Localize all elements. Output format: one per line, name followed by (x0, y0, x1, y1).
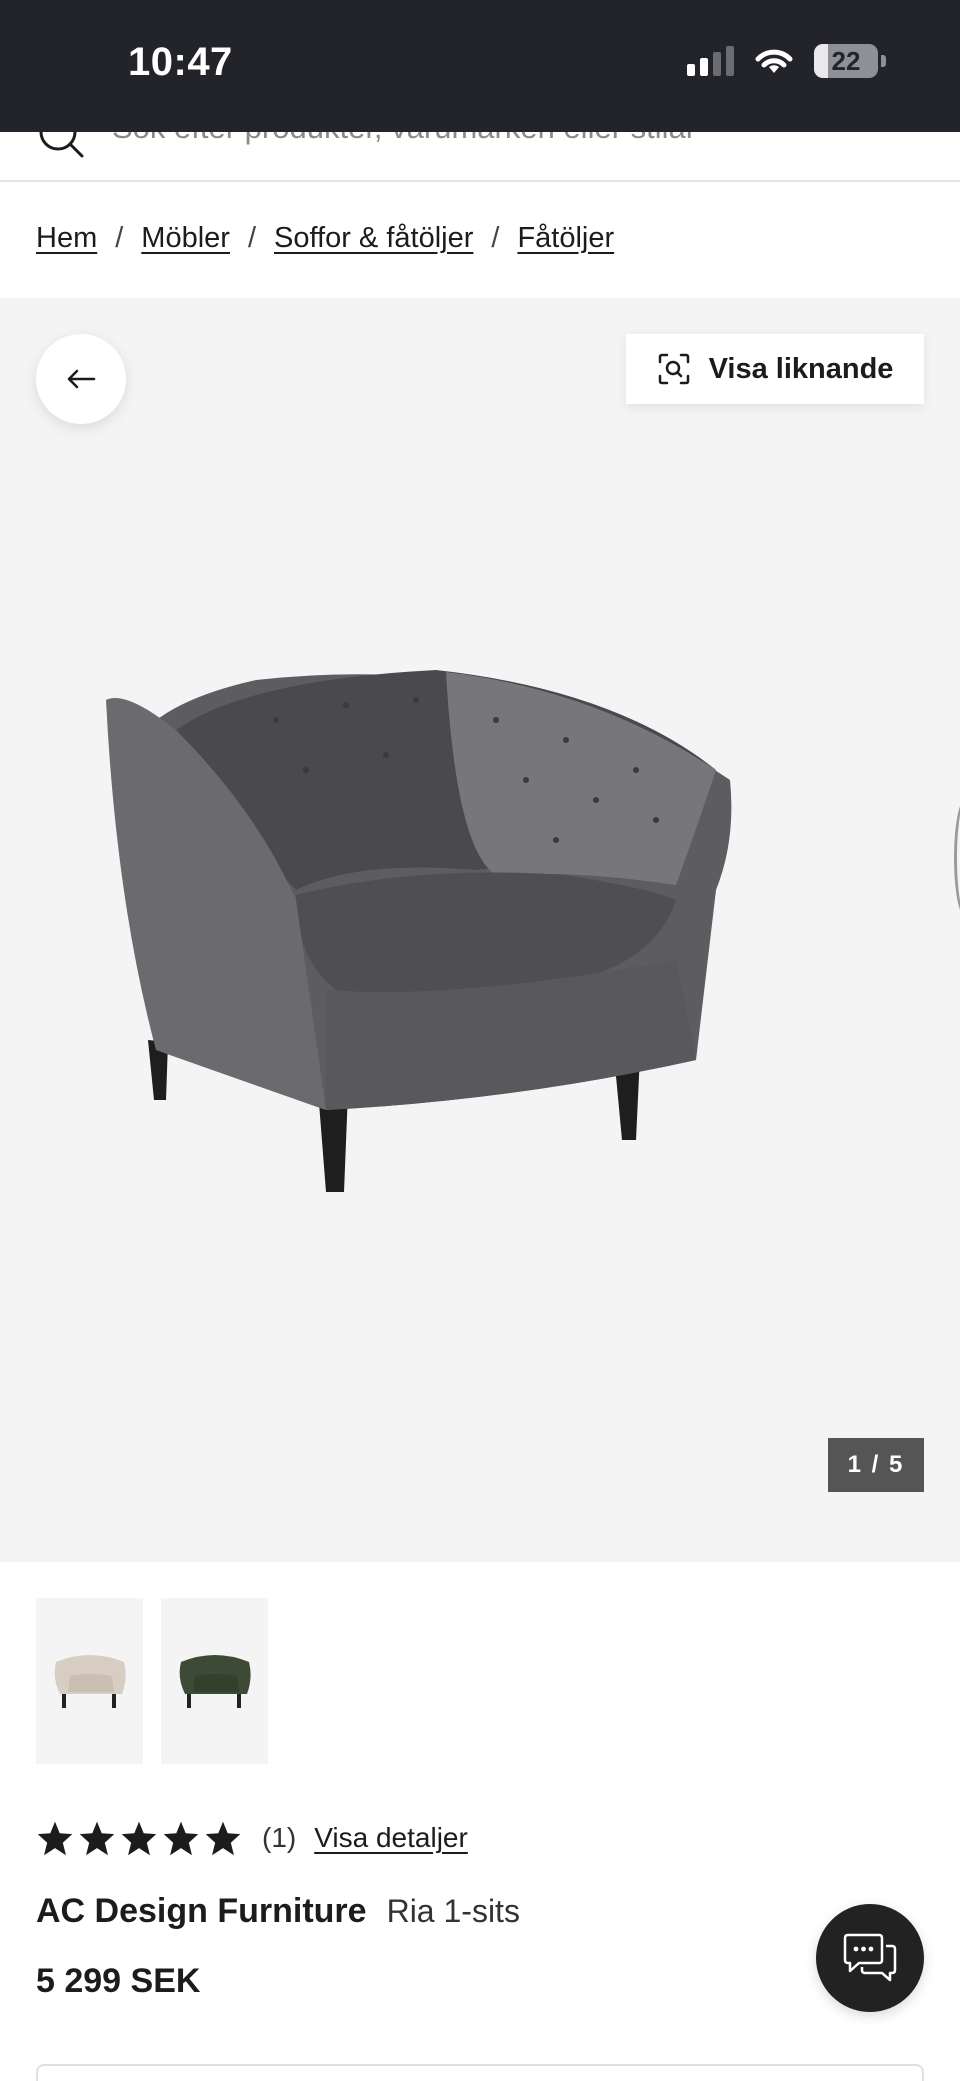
search-input[interactable]: Sök efter produkter, varumärken eller st… (112, 132, 696, 146)
battery-icon: 22 (814, 44, 886, 78)
visual-search-icon (658, 353, 689, 385)
product-brand[interactable]: AC Design Furniture (36, 1892, 367, 1931)
breadcrumb-separator: / (491, 222, 500, 254)
review-count: (1) (262, 1822, 297, 1853)
variant-selector-card[interactable] (36, 2064, 924, 2081)
star-icon (79, 1821, 115, 1856)
search-bar[interactable]: Sök efter produkter, varumärken eller st… (0, 132, 960, 182)
star-icon (37, 1821, 73, 1856)
show-details-link[interactable]: Visa detaljer (314, 1822, 468, 1854)
variant-thumbnail-green[interactable] (161, 1598, 268, 1764)
star-icon (205, 1821, 241, 1856)
breadcrumb-home[interactable]: Hem (36, 222, 97, 255)
cellular-signal-icon (687, 46, 734, 76)
breadcrumb-separator: / (247, 222, 257, 254)
color-variant-thumbnails (36, 1598, 268, 1764)
status-time: 10:47 (128, 40, 233, 84)
breadcrumb-fatoljer[interactable]: Fåtöljer (517, 222, 614, 255)
arrow-left-icon (67, 369, 96, 389)
variant-thumbnail-beige[interactable] (36, 1598, 143, 1764)
star-icon (121, 1821, 157, 1856)
product-title: AC Design Furniture Ria 1-sits (36, 1892, 520, 1931)
back-button[interactable] (36, 334, 126, 424)
breadcrumb-soffor-fatoljer[interactable]: Soffor & fåtöljer (274, 222, 473, 255)
search-icon (39, 132, 84, 158)
battery-level: 22 (831, 45, 861, 76)
show-similar-button[interactable]: Visa liknande (626, 334, 924, 404)
show-similar-label: Visa liknande (708, 352, 894, 385)
status-icons: 22 (687, 44, 886, 78)
star-icon (163, 1821, 199, 1856)
breadcrumb: Hem / Möbler / Soffor & fåtöljer / Fåtöl… (36, 222, 614, 255)
chat-button[interactable] (816, 1904, 924, 2012)
image-counter: 1 / 5 (828, 1438, 924, 1492)
product-price: 5 299 SEK (36, 1962, 201, 2000)
status-bar: 10:47 22 (0, 0, 960, 132)
breadcrumb-mobler[interactable]: Möbler (141, 222, 230, 255)
product-image-armchair (106, 670, 732, 1192)
beige-chair-thumbnail (54, 1655, 126, 1708)
green-chair-thumbnail (179, 1655, 251, 1708)
rating-stars (36, 1820, 242, 1856)
next-image-peek (954, 798, 960, 918)
product-name: Ria 1-sits (386, 1893, 520, 1929)
wifi-icon (755, 49, 793, 73)
breadcrumb-separator: / (115, 222, 124, 254)
product-gallery[interactable]: Visa liknande 1 / 5 (0, 298, 960, 1562)
product-rating: (1) Visa detaljer (36, 1820, 468, 1856)
chat-bubbles-icon (843, 1933, 897, 1982)
